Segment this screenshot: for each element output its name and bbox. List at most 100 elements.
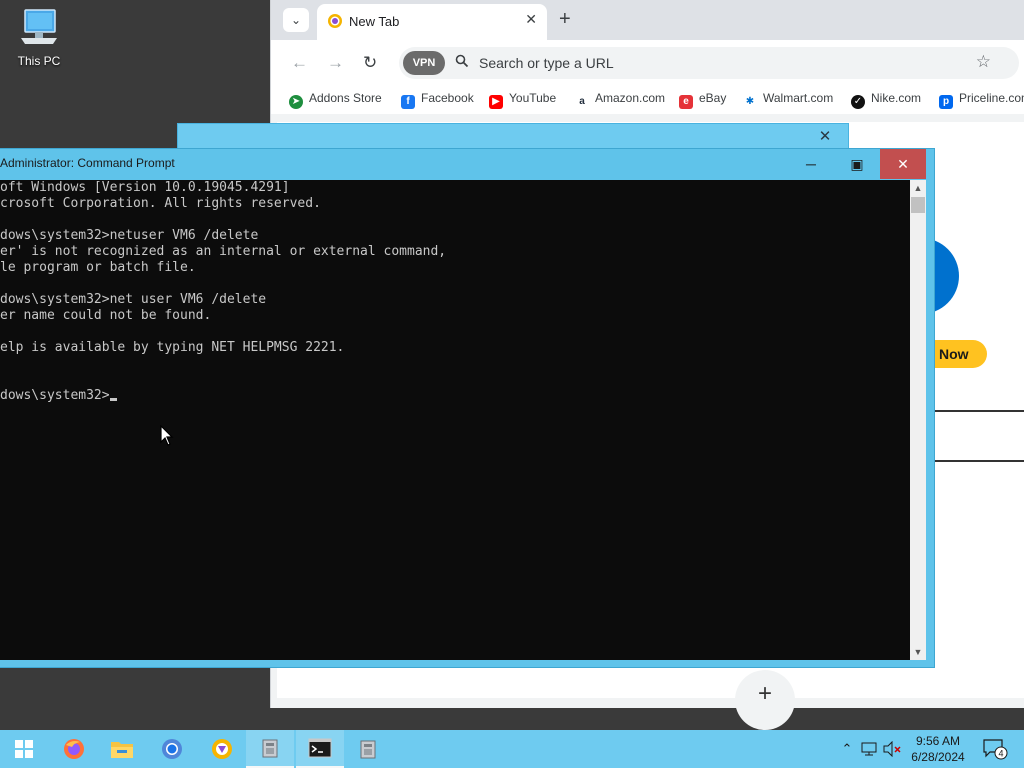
tab-close-icon[interactable]: ✕ (525, 11, 537, 28)
taskbar-app[interactable] (246, 730, 294, 768)
ebay-icon: e (679, 95, 693, 109)
scrollbar-thumb[interactable] (911, 197, 925, 213)
text-cursor (109, 398, 117, 401)
scroll-down-icon[interactable]: ▼ (910, 644, 926, 660)
taskbar: ⌃ 9:56 AM 6/28/2024 4 (0, 730, 1024, 768)
console-line: le program or batch file. (0, 260, 196, 275)
console-output[interactable]: oft Windows [Version 10.0.19045.4291] cr… (0, 180, 910, 660)
add-shortcut-button[interactable]: + (735, 670, 795, 730)
window-title: Administrator: Command Prompt (0, 156, 175, 170)
taskbar-browser[interactable] (198, 730, 246, 768)
chevron-up-icon[interactable]: ⌃ (838, 741, 856, 757)
bookmark-priceline[interactable]: p Priceline.com (939, 91, 1024, 109)
clock-time: 9:56 AM (915, 734, 961, 748)
browser-icon (212, 739, 232, 759)
vpn-badge[interactable]: VPN (403, 51, 445, 75)
bookmark-label: Addons Store (309, 91, 382, 105)
bookmark-facebook[interactable]: f Facebook (401, 91, 474, 109)
console-line: elp is available by typing NET HELPMSG 2… (0, 340, 345, 355)
bookmark-amazon[interactable]: a Amazon.com (575, 91, 665, 109)
bookmark-label: Nike.com (871, 91, 922, 105)
taskbar-clock[interactable]: 9:56 AM 6/28/2024 (900, 733, 976, 765)
address-bar[interactable]: VPN Search or type a URL ☆ (399, 47, 1019, 79)
console-line: er name could not be found. (0, 308, 212, 323)
close-button[interactable]: ✕ (880, 149, 926, 179)
bookmark-label: Walmart.com (763, 91, 834, 105)
addons-icon: ➤ (289, 95, 303, 109)
scroll-up-icon[interactable]: ▲ (910, 180, 926, 196)
maximize-icon: ▣ (850, 156, 864, 172)
close-icon: ✕ (897, 156, 909, 172)
minimize-icon: ─ (806, 156, 816, 172)
app-icon-2 (360, 740, 376, 759)
command-prompt-window[interactable]: Administrator: Command Prompt ─ ▣ ✕ oft … (0, 148, 935, 668)
close-icon[interactable]: ✕ (808, 124, 842, 150)
taskbar-command-prompt[interactable] (296, 730, 344, 768)
tab-strip: ⌄ New Tab ✕ + (271, 0, 1024, 40)
vertical-scrollbar[interactable]: ▲ ▼ (910, 180, 926, 660)
walmart-icon: ✱ (743, 95, 757, 109)
browser-toolbar: ← → ↻ VPN Search or type a URL ☆ (271, 40, 1024, 86)
desktop-icon-label: This PC (17, 54, 61, 68)
network-icon[interactable] (860, 741, 880, 757)
bookmark-label: Facebook (421, 91, 474, 105)
tab-search-button[interactable]: ⌄ (283, 8, 309, 32)
chrome-favicon-icon (328, 14, 342, 28)
bookmark-label: Priceline.com (959, 91, 1024, 105)
start-button[interactable] (0, 730, 48, 768)
notification-count: 4 (998, 749, 1003, 759)
reload-icon[interactable]: ↻ (363, 53, 377, 73)
bookmark-nike[interactable]: ✓ Nike.com (851, 91, 921, 109)
notification-center-button[interactable]: 4 (982, 738, 1008, 765)
console-line: crosoft Corporation. All rights reserved… (0, 196, 321, 211)
nike-icon: ✓ (851, 95, 865, 109)
bookmark-label: eBay (699, 91, 727, 105)
chrome-icon (162, 739, 182, 759)
bookmarks-bar: ➤ Addons Store f Facebook ▶ YouTube a Amazon… (271, 86, 1024, 114)
forward-arrow-icon[interactable]: → (327, 53, 344, 73)
console-line: er' is not recognized as an internal or … (0, 244, 447, 259)
facebook-icon: f (401, 95, 415, 109)
tab-new-tab[interactable]: New Tab ✕ (317, 4, 547, 40)
bookmark-walmart[interactable]: ✱ Walmart.com (743, 91, 833, 109)
clock-date: 6/28/2024 (911, 750, 965, 764)
new-tab-button[interactable]: + (559, 8, 571, 31)
address-placeholder: Search or type a URL (479, 55, 614, 71)
console-prompt-line[interactable]: dows\system32> (0, 388, 910, 404)
amazon-icon: a (575, 95, 589, 109)
youtube-icon: ▶ (489, 95, 503, 109)
start-icon (15, 740, 33, 758)
console-prompt: dows\system32> (0, 388, 110, 403)
desktop-icon-this-pc[interactable]: This PC (8, 8, 70, 68)
taskbar-file-explorer[interactable] (98, 730, 146, 768)
bookmark-star-icon[interactable]: ☆ (976, 52, 991, 72)
back-arrow-icon[interactable]: ← (291, 53, 308, 73)
bookmark-label: Amazon.com (595, 91, 666, 105)
chevron-down-icon: ⌄ (290, 13, 302, 27)
command-prompt-icon (308, 738, 332, 758)
app-icon (262, 739, 278, 758)
priceline-icon: p (939, 95, 953, 109)
taskbar-app-2[interactable] (344, 730, 392, 768)
bookmark-youtube[interactable]: ▶ YouTube (489, 91, 556, 109)
bookmark-label: YouTube (509, 91, 557, 105)
console-line: dows\system32>net user VM6 /delete (0, 292, 267, 307)
mouse-pointer-icon (160, 425, 174, 446)
bookmark-ebay[interactable]: e eBay (679, 91, 726, 109)
system-tray: ⌃ (838, 730, 904, 768)
taskbar-firefox[interactable] (50, 730, 98, 768)
bookmark-addons-store[interactable]: ➤ Addons Store (289, 91, 382, 109)
console-line: dows\system32>netuser VM6 /delete (0, 228, 259, 243)
computer-icon (21, 9, 57, 44)
minimize-button[interactable]: ─ (788, 149, 834, 179)
taskbar-chrome[interactable] (148, 730, 196, 768)
notification-icon: 4 (983, 739, 1008, 760)
desktop-background (870, 705, 1024, 730)
tab-title: New Tab (349, 14, 400, 29)
maximize-button[interactable]: ▣ (834, 149, 880, 179)
